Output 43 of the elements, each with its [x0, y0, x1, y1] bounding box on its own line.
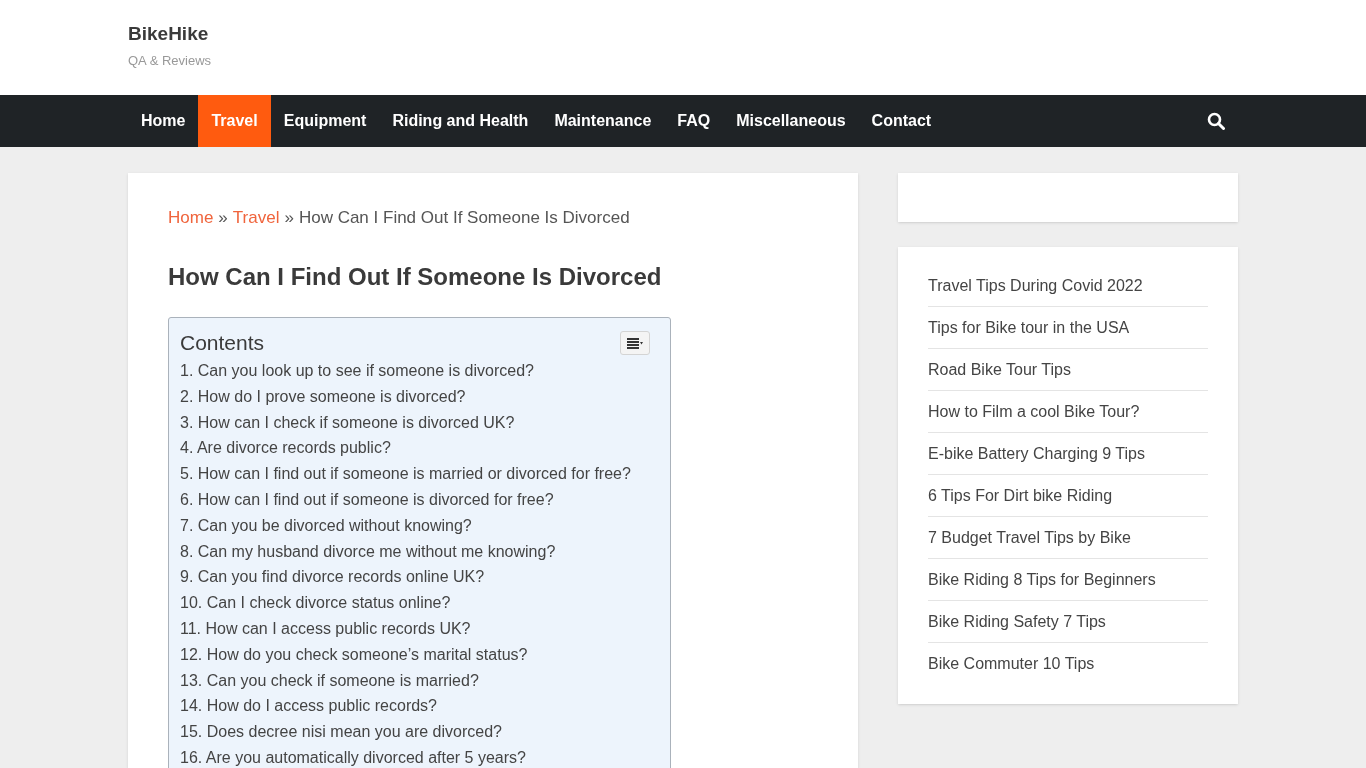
toc-link[interactable]: 6. How can I find out if someone is divorced for free?	[180, 490, 554, 510]
post-link[interactable]: Bike Riding 8 Tips for Beginners	[928, 568, 1156, 591]
toc-link[interactable]: 5. How can I find out if someone is married or divorced for free?	[180, 464, 631, 485]
post-link[interactable]: E-bike Battery Charging 9 Tips	[928, 442, 1145, 465]
post-link[interactable]: How to Film a cool Bike Tour?	[928, 400, 1140, 423]
toc-link[interactable]: 10. Can I check divorce status online?	[180, 593, 451, 614]
nav-link[interactable]: FAQ	[664, 95, 724, 147]
toc-toggle-button[interactable]	[620, 331, 650, 355]
breadcrumb-separator: »	[284, 207, 294, 229]
toc-link[interactable]: 8. Can my husband divorce me without me knowing?	[180, 541, 556, 562]
nav-link[interactable]: Miscellaneous	[723, 95, 859, 147]
nav-link[interactable]: Equipment	[270, 95, 380, 147]
site-tagline: QA & Reviews	[128, 52, 212, 70]
post-link[interactable]: Travel Tips During Covid 2022	[928, 274, 1143, 297]
breadcrumb-current: How Can I Find Out If Someone Is Divorced	[298, 207, 630, 229]
post-link[interactable]: Tips for Bike tour in the USA	[928, 316, 1130, 339]
nav-link[interactable]: Home	[128, 95, 199, 147]
post-link[interactable]: 7 Budget Travel Tips by Bike	[928, 526, 1131, 549]
toc-link[interactable]: 13. Can you check if someone is married?	[180, 670, 479, 691]
toc-link[interactable]: 7. Can you be divorced without knowing?	[180, 515, 472, 536]
article-title: How Can I Find Out If Someone Is Divorced	[168, 262, 662, 292]
toc-link[interactable]: 3. How can I check if someone is divorced UK?	[180, 412, 515, 433]
toc-link[interactable]: 12. How do you check someone’s marital status?	[180, 644, 528, 665]
toc-link[interactable]: 9. Can you find divorce records online UK?	[180, 567, 485, 588]
nav-link[interactable]: Contact	[858, 95, 945, 147]
toc-link[interactable]: 16. Are you automatically divorced after 5 years?	[180, 747, 526, 768]
post-link[interactable]: Bike Riding Safety 7 Tips	[928, 610, 1106, 633]
toc-link[interactable]: 2. How do I prove someone is divorced?	[180, 386, 466, 407]
nav-link[interactable]: Riding and Health	[379, 95, 542, 147]
toc-title: Contents	[180, 330, 265, 356]
post-link[interactable]: 6 Tips For Dirt bike Riding	[928, 484, 1113, 507]
search-icon	[1207, 112, 1225, 130]
toc-link[interactable]: 1. Can you look up to see if someone is divorced?	[180, 361, 534, 381]
toc-link[interactable]: 14. How do I access public records?	[180, 696, 437, 717]
post-link[interactable]: Road Bike Tour Tips	[928, 358, 1071, 381]
nav-link[interactable]: Maintenance	[541, 95, 665, 147]
post-link[interactable]: Bike Commuter 10 Tips	[928, 653, 1095, 675]
list-icon	[627, 337, 643, 349]
breadcrumb-separator: »	[218, 207, 228, 229]
toc-link[interactable]: 11. How can I access public records UK?	[180, 618, 471, 639]
site-title[interactable]: BikeHike	[128, 22, 209, 46]
toc-link[interactable]: 15. Does decree nisi mean you are divorced?	[180, 722, 502, 743]
toc-link[interactable]: 4. Are divorce records public?	[180, 438, 391, 459]
